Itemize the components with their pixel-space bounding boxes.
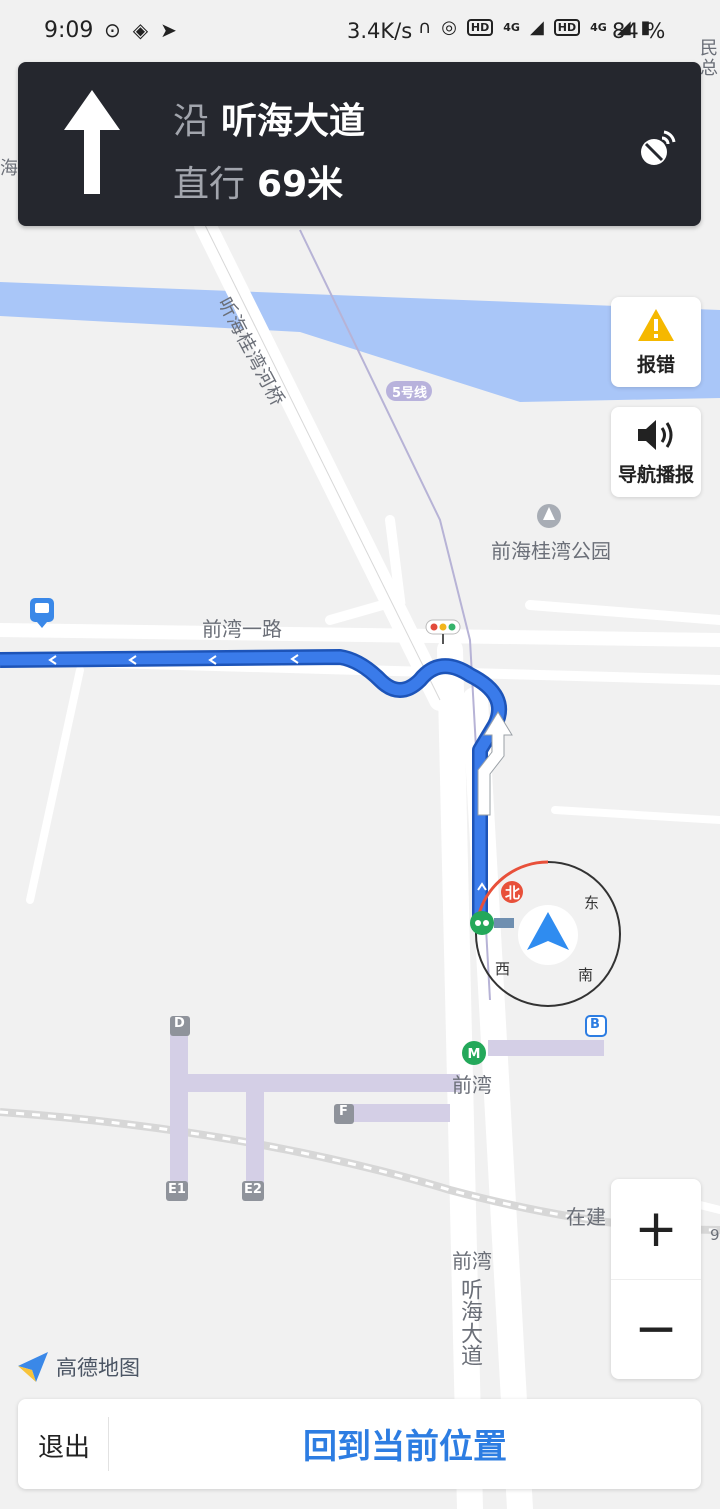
battery-level: 84 % (612, 19, 666, 43)
map-label-metro-line: 5号线 (392, 386, 428, 401)
map-label-park: 前海桂湾公园 (491, 539, 611, 563)
exit-label-B: B (590, 1017, 600, 1032)
park-icon (537, 504, 561, 528)
compass-east: 东 (584, 894, 600, 912)
warning-icon (638, 309, 674, 341)
net-speed: 3.4K/s (347, 19, 413, 43)
nav-along-prefix: 沿 (173, 101, 210, 142)
map-label-road-main: 听海大道 (457, 1278, 482, 1366)
map-label-edge-4: 9 (710, 1226, 720, 1244)
app-notification-icon: ◈ (132, 18, 149, 42)
status-bar: 9:09 ⊙ ◈ ➤ 3.4K/s ∩ ◎ HD 4G ◢ HD 4G ◢ ▮ … (0, 0, 720, 62)
map-label-construction: 在建 (566, 1205, 606, 1229)
zoom-out-button[interactable]: − (611, 1279, 701, 1379)
exit-label-D: D (174, 1016, 185, 1031)
recenter-button[interactable]: 回到当前位置 (110, 1419, 700, 1468)
zoom-control: + − (611, 1179, 701, 1379)
voice-broadcast-button[interactable]: 导航播报 (611, 407, 701, 497)
map-label-station-2: 前湾 (452, 1249, 492, 1273)
vpn-icon: ⊙ (104, 18, 121, 42)
nav-action-line: 直行 69米 (173, 155, 343, 207)
network-4g-2: 4G (590, 21, 607, 34)
bottom-divider (108, 1417, 109, 1471)
bottom-action-bar: 退出 回到当前位置 (18, 1399, 701, 1489)
nav-instruction-card[interactable]: 沿听海大道 直行 69米 (18, 62, 701, 226)
nav-action: 直行 (173, 164, 246, 205)
satellite-signal-icon[interactable] (638, 128, 678, 168)
exit-label-E2: E2 (244, 1182, 262, 1197)
zoom-in-button[interactable]: + (611, 1179, 701, 1280)
hd-badge-2: HD (553, 19, 581, 36)
send-icon: ➤ (160, 18, 177, 42)
straight-arrow-icon (64, 90, 120, 194)
map-label-station-1: 前湾 (452, 1073, 492, 1097)
nav-road-line: 沿听海大道 (173, 92, 365, 144)
metro-station-icon: M (462, 1041, 486, 1065)
compass-west: 西 (495, 960, 511, 978)
speaker-icon (638, 420, 673, 450)
report-error-label: 报错 (636, 354, 675, 376)
nav-road-name: 听海大道 (221, 101, 366, 142)
amap-logo: 高德地图 (16, 1350, 140, 1384)
amap-logo-icon (18, 1352, 48, 1382)
headset-icon: ∩ (418, 17, 432, 38)
location-icon: ◎ (441, 17, 457, 38)
exit-label-E1: E1 (168, 1182, 186, 1197)
status-time: 9:09 (44, 18, 94, 43)
compass-north: 北 (505, 884, 521, 902)
compass-south: 南 (578, 966, 594, 984)
svg-text:M: M (468, 1047, 481, 1062)
nav-distance: 69米 (257, 164, 344, 205)
voice-broadcast-label: 导航播报 (617, 464, 694, 486)
map-label-road-top: 前湾一路 (202, 617, 282, 641)
start-point-icon (470, 911, 494, 935)
exit-label-F: F (339, 1104, 348, 1119)
amap-logo-text: 高德地图 (56, 1356, 140, 1380)
status-icons-left: ⊙ ◈ ➤ (104, 18, 177, 42)
signal-icon-1: ◢ (529, 17, 544, 38)
report-error-button[interactable]: 报错 (611, 297, 701, 387)
exit-button[interactable]: 退出 (38, 1427, 90, 1464)
hd-badge-1: HD (466, 19, 494, 36)
network-4g-1: 4G (503, 21, 520, 34)
